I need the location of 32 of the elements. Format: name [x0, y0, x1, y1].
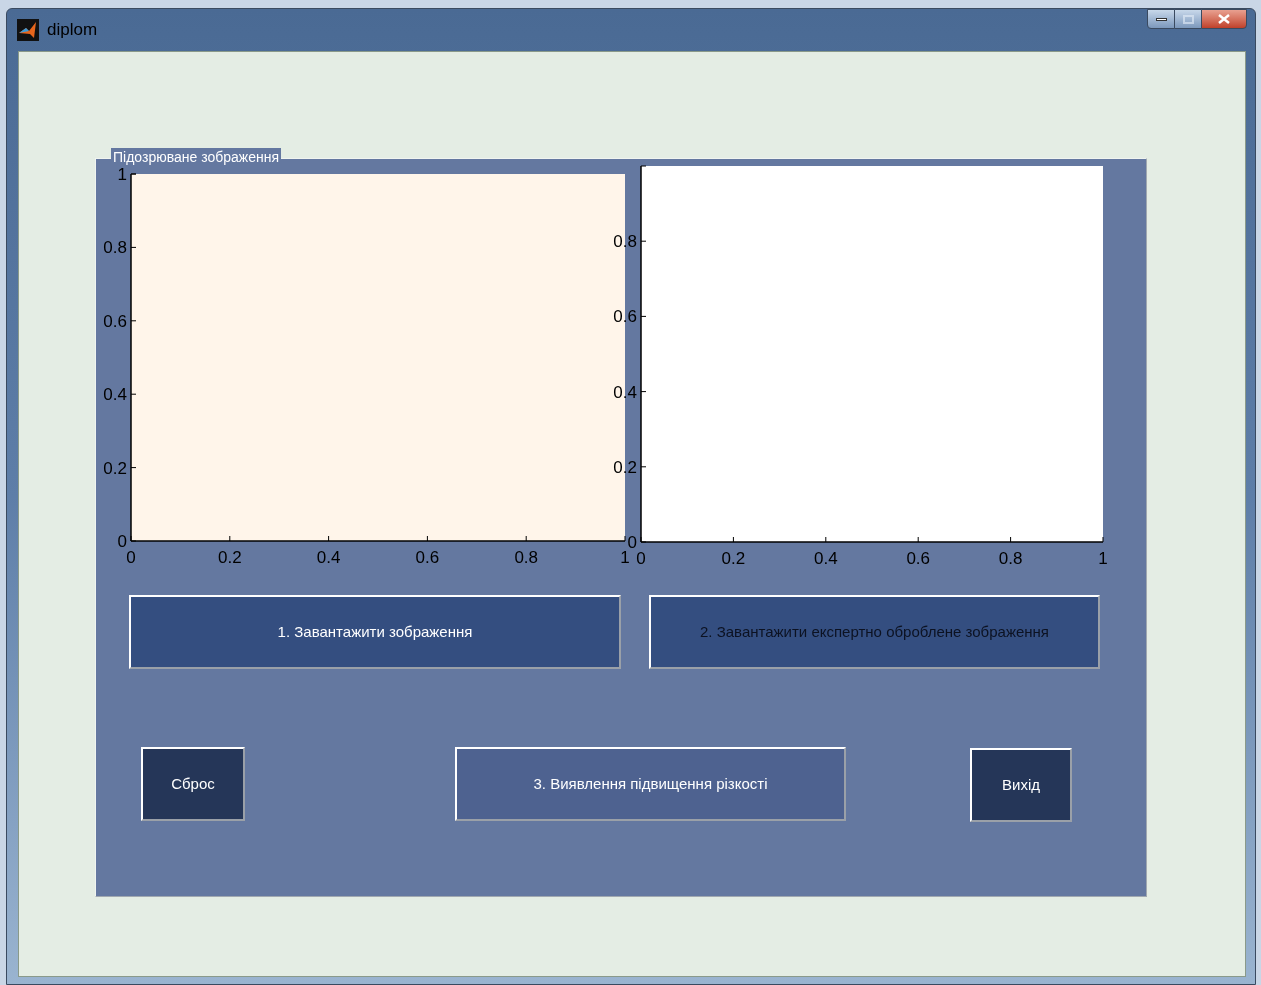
action-button[interactable]: 3. Виявлення підвищення різкості [455, 747, 846, 821]
y-tick-label: 0.8 [103, 238, 127, 258]
x-tick-label: 0.4 [316, 548, 341, 567]
app-logo-icon [17, 19, 39, 41]
window-title: diplom [47, 19, 98, 42]
y-tick-label: 0.2 [613, 457, 637, 477]
y-tick-label: 0.4 [103, 385, 127, 405]
x-tick-label: 0.6 [906, 549, 930, 568]
x-tick-label: 0.8 [998, 549, 1023, 568]
x-tick-label: 0 [636, 549, 646, 568]
x-tick-label: 0.6 [415, 548, 440, 567]
action-button[interactable]: Вихід [970, 748, 1072, 822]
y-tick-label: 0.6 [103, 311, 127, 331]
y-tick-label: 0 [117, 532, 127, 551]
y-tick-label: 0.2 [103, 458, 127, 478]
action-button[interactable]: Сброс [141, 747, 245, 821]
x-tick-label: 0.2 [721, 549, 746, 568]
close-icon [1218, 14, 1230, 24]
x-tick-label: 0.4 [814, 549, 838, 568]
x-tick-label: 1 [1098, 549, 1108, 568]
x-tick-label: 0.2 [218, 548, 242, 567]
x-tick-label: 1 [620, 548, 630, 567]
panel-title: Підозрюване зображення [111, 148, 281, 166]
maximize-button[interactable] [1175, 9, 1201, 29]
x-tick-label: 0.8 [514, 548, 538, 567]
y-tick-label: 0 [627, 533, 637, 552]
close-button[interactable] [1201, 9, 1247, 29]
action-button[interactable]: 1. Завантажити зображення [129, 595, 621, 669]
y-tick-label: 1 [117, 165, 127, 184]
y-tick-label: 0.6 [613, 307, 637, 327]
minimize-button[interactable] [1147, 9, 1175, 29]
x-tick-label: 0 [126, 548, 136, 567]
